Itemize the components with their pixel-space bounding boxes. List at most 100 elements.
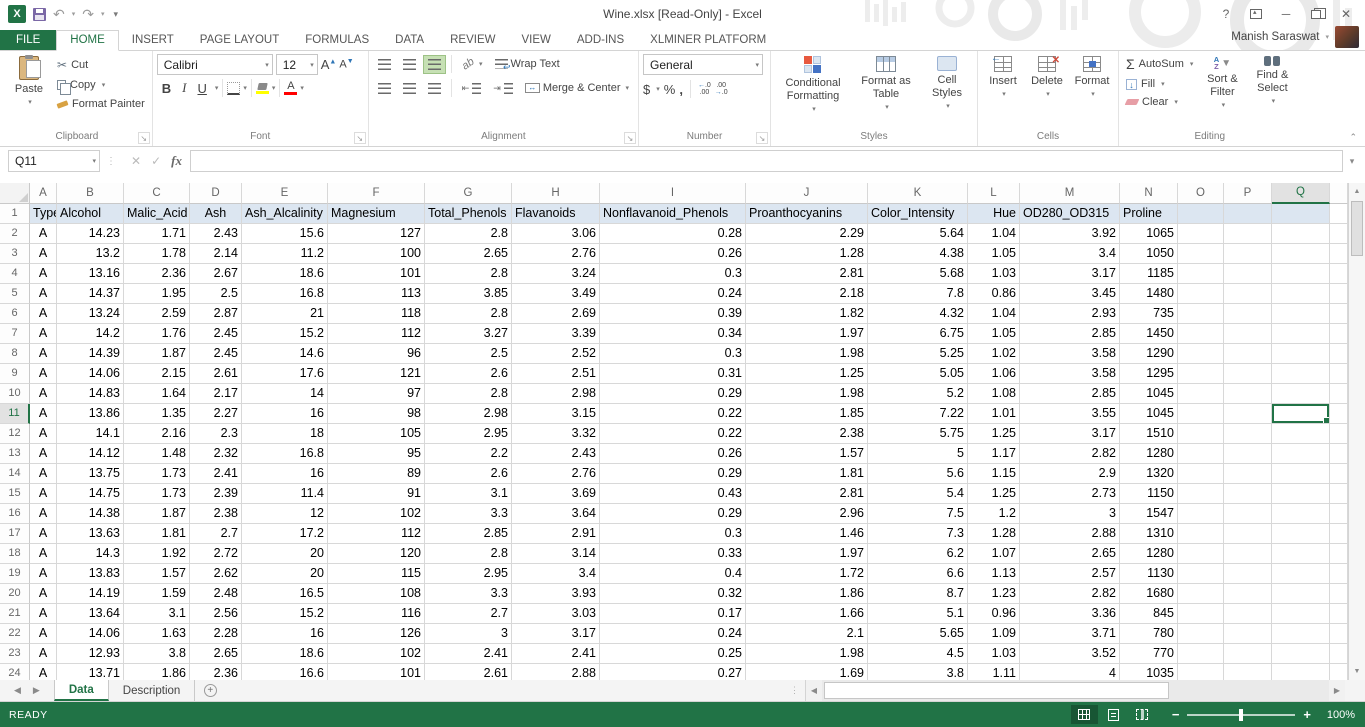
column-header-O[interactable]: O [1178, 183, 1224, 204]
cell-C1[interactable]: Malic_Acid [124, 204, 190, 224]
cell-L7[interactable]: 1.05 [968, 324, 1020, 344]
cell-K3[interactable]: 4.38 [868, 244, 968, 264]
column-header-A[interactable]: A [30, 183, 57, 204]
cell-J10[interactable]: 1.98 [746, 384, 868, 404]
cell-L24[interactable]: 1.11 [968, 664, 1020, 680]
column-header-D[interactable]: D [190, 183, 242, 204]
cell-A5[interactable]: A [30, 284, 57, 304]
cell-J8[interactable]: 1.98 [746, 344, 868, 364]
cell-F15[interactable]: 91 [328, 484, 425, 504]
cell-H23[interactable]: 2.41 [512, 644, 600, 664]
cell-K14[interactable]: 5.6 [868, 464, 968, 484]
cell-F19[interactable]: 115 [328, 564, 425, 584]
cell-G21[interactable]: 2.7 [425, 604, 512, 624]
cell-L21[interactable]: 0.96 [968, 604, 1020, 624]
cell-E8[interactable]: 14.6 [242, 344, 328, 364]
cell-H12[interactable]: 3.32 [512, 424, 600, 444]
cell-H6[interactable]: 2.69 [512, 304, 600, 324]
cell-F14[interactable]: 89 [328, 464, 425, 484]
cell-I21[interactable]: 0.17 [600, 604, 746, 624]
align-bottom-button[interactable] [423, 55, 446, 74]
cell-I13[interactable]: 0.26 [600, 444, 746, 464]
cell-M9[interactable]: 3.58 [1020, 364, 1120, 384]
cell-E2[interactable]: 15.6 [242, 224, 328, 244]
cell-C16[interactable]: 1.87 [124, 504, 190, 524]
cell-G15[interactable]: 3.1 [425, 484, 512, 504]
cell-Q5[interactable] [1272, 284, 1330, 304]
italic-button[interactable]: I [177, 79, 191, 97]
cell-N6[interactable]: 735 [1120, 304, 1178, 324]
formula-input[interactable] [190, 150, 1343, 172]
cell-O13[interactable] [1178, 444, 1224, 464]
cell-C10[interactable]: 1.64 [124, 384, 190, 404]
cell-O8[interactable] [1178, 344, 1224, 364]
cell-H15[interactable]: 3.69 [512, 484, 600, 504]
cell-H24[interactable]: 2.88 [512, 664, 600, 680]
cell-A8[interactable]: A [30, 344, 57, 364]
sheet-tab-data[interactable]: Data [54, 680, 109, 701]
cell-Q12[interactable] [1272, 424, 1330, 444]
cell-C17[interactable]: 1.81 [124, 524, 190, 544]
cell-G1[interactable]: Total_Phenols [425, 204, 512, 224]
cell-D12[interactable]: 2.3 [190, 424, 242, 444]
cell-N18[interactable]: 1280 [1120, 544, 1178, 564]
cell-L15[interactable]: 1.25 [968, 484, 1020, 504]
cell-I5[interactable]: 0.24 [600, 284, 746, 304]
delete-cells-button[interactable]: ✕ Delete▾ [1026, 54, 1068, 103]
cell-G6[interactable]: 2.8 [425, 304, 512, 324]
previous-sheet-icon[interactable]: ◀ [14, 685, 21, 696]
row-header-2[interactable]: 2 [0, 224, 30, 244]
cell-N14[interactable]: 1320 [1120, 464, 1178, 484]
cell-D8[interactable]: 2.45 [190, 344, 242, 364]
row-header-18[interactable]: 18 [0, 544, 30, 564]
cell-O9[interactable] [1178, 364, 1224, 384]
cell-O21[interactable] [1178, 604, 1224, 624]
cell-Q17[interactable] [1272, 524, 1330, 544]
cell-B20[interactable]: 14.19 [57, 584, 124, 604]
cell-C4[interactable]: 2.36 [124, 264, 190, 284]
cell-K7[interactable]: 6.75 [868, 324, 968, 344]
cell-D4[interactable]: 2.67 [190, 264, 242, 284]
cell-A1[interactable]: Type [30, 204, 57, 224]
cell-P21[interactable] [1224, 604, 1272, 624]
cell-M12[interactable]: 3.17 [1020, 424, 1120, 444]
cell-M8[interactable]: 3.58 [1020, 344, 1120, 364]
ribbon-tab-data[interactable]: DATA [382, 31, 437, 50]
cell-H13[interactable]: 2.43 [512, 444, 600, 464]
new-sheet-button[interactable]: + [195, 680, 225, 701]
cell-B21[interactable]: 13.64 [57, 604, 124, 624]
cell-I19[interactable]: 0.4 [600, 564, 746, 584]
account-area[interactable]: Manish Saraswat ▾ [1231, 26, 1365, 50]
row-header-13[interactable]: 13 [0, 444, 30, 464]
cell-J5[interactable]: 2.18 [746, 284, 868, 304]
zoom-slider-handle[interactable] [1239, 709, 1243, 721]
cell-G18[interactable]: 2.8 [425, 544, 512, 564]
cell-L8[interactable]: 1.02 [968, 344, 1020, 364]
percent-button[interactable]: % [664, 82, 676, 97]
cell-K1[interactable]: Color_Intensity [868, 204, 968, 224]
scroll-right-icon[interactable]: ▶ [1329, 686, 1345, 695]
cell-E7[interactable]: 15.2 [242, 324, 328, 344]
close-button[interactable]: ✕ [1333, 4, 1359, 24]
cell-D19[interactable]: 2.62 [190, 564, 242, 584]
cell-E22[interactable]: 16 [242, 624, 328, 644]
cell-A13[interactable]: A [30, 444, 57, 464]
cell-M5[interactable]: 3.45 [1020, 284, 1120, 304]
cell-M2[interactable]: 3.92 [1020, 224, 1120, 244]
cell-P16[interactable] [1224, 504, 1272, 524]
cell-G14[interactable]: 2.6 [425, 464, 512, 484]
cell-B9[interactable]: 14.06 [57, 364, 124, 384]
cell-P6[interactable] [1224, 304, 1272, 324]
currency-button[interactable]: $ [643, 82, 650, 97]
scroll-left-icon[interactable]: ◀ [806, 686, 822, 695]
ribbon-tab-xlminer-platform[interactable]: XLMINER PLATFORM [637, 31, 779, 50]
cell-K10[interactable]: 5.2 [868, 384, 968, 404]
cell-Q10[interactable] [1272, 384, 1330, 404]
shrink-font-button[interactable]: A▼ [339, 58, 353, 71]
cell-F9[interactable]: 121 [328, 364, 425, 384]
cell-L3[interactable]: 1.05 [968, 244, 1020, 264]
cell-I20[interactable]: 0.32 [600, 584, 746, 604]
cell-P9[interactable] [1224, 364, 1272, 384]
cell-D21[interactable]: 2.56 [190, 604, 242, 624]
cell-I22[interactable]: 0.24 [600, 624, 746, 644]
